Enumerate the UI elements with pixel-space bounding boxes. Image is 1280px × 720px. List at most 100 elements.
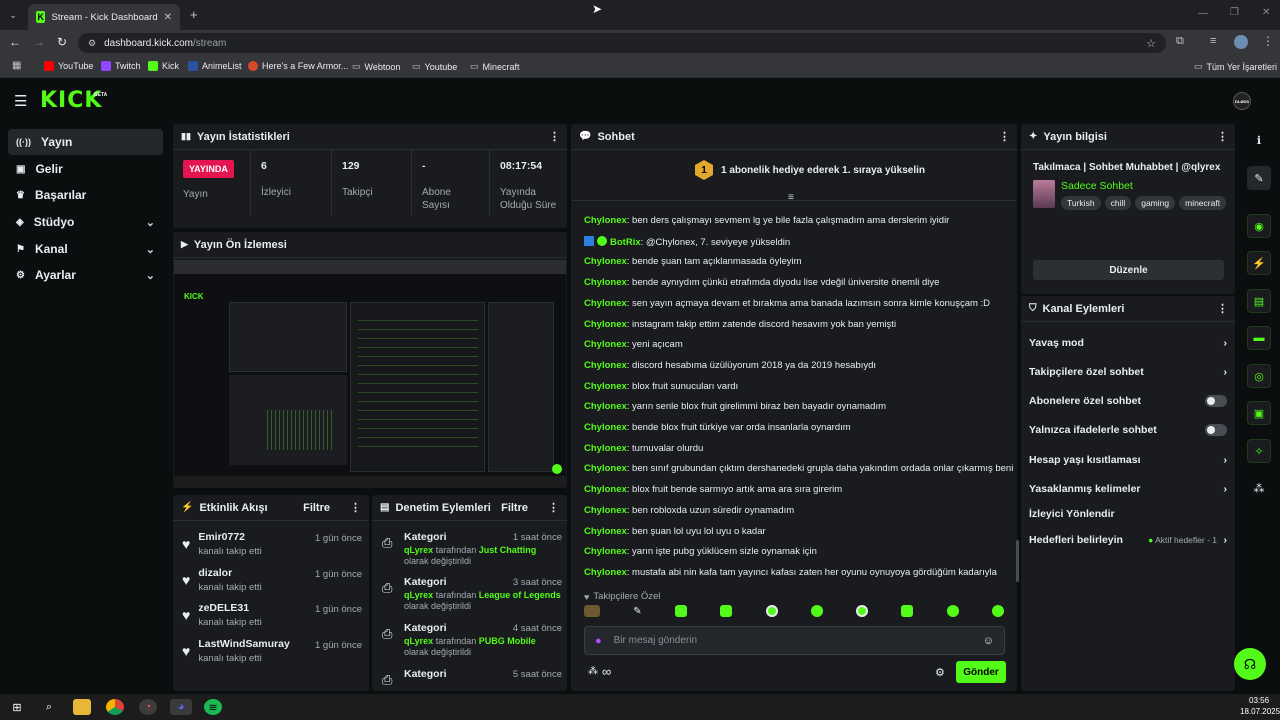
minimize-icon[interactable]: —	[1198, 8, 1208, 19]
camera-icon[interactable]: ◉	[1247, 214, 1271, 238]
emote-icon[interactable]	[901, 605, 914, 617]
chat-username[interactable]: Chylonex	[584, 526, 627, 537]
chat-username[interactable]: Chylonex	[584, 319, 627, 330]
tag-chip[interactable]: gaming	[1135, 196, 1176, 210]
pinned-toggle-icon[interactable]: ≡	[788, 192, 794, 203]
tab-search-button[interactable]: ⌄	[6, 8, 20, 22]
support-headset-icon[interactable]: ☊	[1234, 648, 1266, 680]
send-button[interactable]: Gönder	[956, 661, 1006, 683]
emote-icon[interactable]	[584, 605, 600, 617]
wrench-icon[interactable]: ✧	[1247, 439, 1271, 463]
chat-username[interactable]: Chylonex	[584, 339, 627, 350]
discord-icon[interactable]: ◕	[170, 699, 192, 715]
bookmark-star-icon[interactable]: ☆	[1146, 37, 1156, 50]
sidebar-item-stream[interactable]: ((·)) Yayın	[8, 129, 163, 155]
emote-icon[interactable]	[946, 605, 959, 617]
host-viewers-row[interactable]: İzleyici Yönlendir	[1029, 508, 1229, 520]
more-options-icon[interactable]: ⋮	[548, 501, 559, 514]
subscribers-only-toggle[interactable]	[1205, 395, 1227, 407]
banned-words-row[interactable]: Yasaklanmış kelimeler ›	[1029, 483, 1229, 495]
microphone-icon[interactable]: ●	[595, 635, 602, 647]
search-icon[interactable]: ⌕	[40, 699, 58, 715]
chat-input-placeholder[interactable]: Bir mesaj gönderin	[614, 635, 697, 646]
forward-icon[interactable]: →	[33, 35, 45, 49]
reload-icon[interactable]: ↻	[57, 35, 67, 49]
restore-icon[interactable]: ❐	[1230, 7, 1239, 18]
close-window-icon[interactable]: ✕	[1262, 7, 1270, 18]
emote-only-toggle[interactable]	[1205, 424, 1227, 436]
sidebar-item-achievements[interactable]: ♛ Başarılar	[8, 182, 163, 208]
emote-icon[interactable]	[674, 605, 687, 617]
more-options-icon[interactable]: ⋮	[1217, 130, 1228, 143]
browser-menu-icon[interactable]: ⋮	[1262, 34, 1274, 48]
emote-icon[interactable]: ✎	[633, 606, 641, 617]
chat-points[interactable]: ⁂ ∞	[588, 664, 611, 679]
profile-avatar[interactable]	[1234, 35, 1248, 49]
chat-username[interactable]: Chylonex	[584, 401, 627, 412]
spotify-icon[interactable]: ≋	[204, 699, 222, 715]
chat-username[interactable]: Chylonex	[584, 298, 627, 309]
chat-bubble-icon[interactable]: ▬	[1247, 326, 1271, 350]
chat-username[interactable]: Chylonex	[584, 546, 627, 557]
hamburger-menu-icon[interactable]: ☰	[14, 92, 27, 110]
emote-icon[interactable]	[810, 605, 823, 617]
chat-username[interactable]: Chylonex	[584, 463, 627, 474]
chat-username[interactable]: Chylonex	[584, 567, 627, 578]
category-link[interactable]: Sadece Sohbet	[1061, 180, 1133, 192]
bookmark-folder-youtube[interactable]: ▭ Youtube	[412, 61, 457, 72]
all-bookmarks-folder[interactable]: ▭ Tüm Yer İşaretleri	[1194, 61, 1277, 72]
chat-username[interactable]: BotRix	[610, 237, 641, 248]
sidebar-item-settings[interactable]: ⚙ Ayarlar ⌄	[8, 262, 163, 288]
bookmark-folder-minecraft[interactable]: ▭ Minecraft	[470, 61, 520, 72]
followers-only-chat-row[interactable]: Takipçilere özel sohbet ›	[1029, 366, 1229, 378]
app-icon[interactable]: ◔	[139, 699, 157, 715]
more-options-icon[interactable]: ⋮	[1217, 302, 1228, 315]
edit-pencil-icon[interactable]: ✎	[1247, 166, 1271, 190]
file-explorer-icon[interactable]	[73, 699, 91, 715]
chat-username[interactable]: Chylonex	[584, 360, 627, 371]
bookmark-youtube[interactable]: YouTube	[44, 61, 93, 71]
chat-settings-icon[interactable]: ⚙	[935, 666, 945, 679]
more-options-icon[interactable]: ⋮	[549, 130, 560, 143]
chat-username[interactable]: Chylonex	[584, 443, 627, 454]
bookmark-folder-webtoon[interactable]: ▭ Webtoon	[352, 61, 400, 72]
chat-username[interactable]: Chylonex	[584, 215, 627, 226]
reading-list-icon[interactable]: ≡	[1210, 35, 1216, 47]
broadcast-icon[interactable]: ◎	[1247, 364, 1271, 388]
tag-chip[interactable]: Turkish	[1061, 196, 1101, 210]
chat-scrollbar[interactable]	[1016, 540, 1019, 582]
document-icon[interactable]: ▤	[1247, 289, 1271, 313]
emote-icon[interactable]	[991, 605, 1004, 617]
sidebar-item-revenue[interactable]: ▣ Gelir	[8, 156, 163, 182]
extensions-icon[interactable]: ⧉	[1176, 35, 1184, 48]
bookmark-animelist[interactable]: AnimeList	[188, 61, 242, 71]
sidebar-item-channel[interactable]: ⚑ Kanal ⌄	[8, 236, 163, 262]
chrome-icon[interactable]	[106, 699, 124, 715]
chat-username[interactable]: Chylonex	[584, 505, 627, 516]
close-tab-icon[interactable]: ✕	[164, 12, 172, 23]
filter-button[interactable]: Filtre	[303, 502, 330, 514]
stream-preview-video[interactable]: KICK	[174, 260, 566, 485]
bookmark-armor[interactable]: Here's a Few Armor...	[248, 61, 348, 71]
chat-input-box[interactable]: ● Bir mesaj gönderin ☺	[584, 626, 1005, 655]
slow-mode-row[interactable]: Yavaş mod ›	[1029, 337, 1229, 349]
user-avatar[interactable]: DLØDS	[1233, 92, 1251, 110]
more-options-icon[interactable]: ⋮	[350, 501, 361, 514]
sidebar-item-studio[interactable]: ◈ Stüdyo ⌄	[8, 209, 163, 235]
tag-chip[interactable]: chill	[1104, 196, 1132, 210]
edit-button[interactable]: Düzenle	[1033, 260, 1224, 280]
bookmark-twitch[interactable]: Twitch	[101, 61, 141, 71]
chat-username[interactable]: Chylonex	[584, 256, 627, 267]
new-tab-icon[interactable]: +	[190, 7, 198, 22]
gift-banner[interactable]: 1 1 abonelik hediye ederek 1. sıraya yük…	[695, 160, 925, 180]
add-widget-icon[interactable]: ⁂	[1247, 476, 1271, 500]
chat-username[interactable]: Chylonex	[584, 277, 627, 288]
url-field[interactable]: ⚙ dashboard.kick.com/stream ☆	[78, 33, 1166, 53]
more-options-icon[interactable]: ⋮	[999, 130, 1010, 143]
emote-icon[interactable]	[856, 605, 869, 617]
lightning-icon[interactable]: ⚡	[1247, 251, 1271, 275]
chat-username[interactable]: Chylonex	[584, 484, 627, 495]
emoji-icon[interactable]: ☺	[983, 635, 994, 647]
back-icon[interactable]: ←	[9, 35, 21, 49]
bookmark-kick[interactable]: Kick	[148, 61, 179, 71]
